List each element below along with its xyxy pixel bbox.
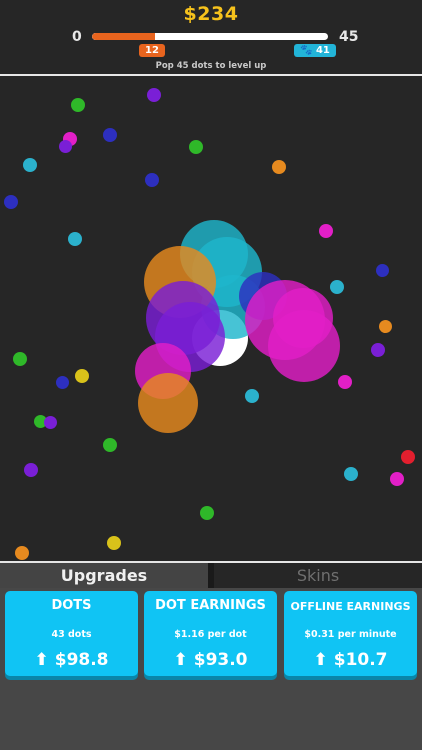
level-end: 45 [339,29,359,45]
money-balance: $234 [183,3,239,25]
tab-bar: Upgrades Skins [0,563,422,588]
dot[interactable] [75,369,89,383]
dot[interactable] [15,546,29,560]
tab-skins[interactable]: Skins [214,563,422,588]
dot[interactable] [4,195,18,209]
card-title: DOT EARNINGS [155,598,266,613]
card-title: DOTS [51,598,92,613]
dot[interactable] [103,438,117,452]
up-arrow-icon: ⬆ [34,650,49,670]
pop-count-badge: 🐾 41 [294,44,336,57]
dot[interactable] [55,375,69,389]
dot[interactable] [375,263,389,277]
level-progress-fill [92,33,155,40]
up-arrow-icon: ⬆ [173,650,188,670]
dot[interactable] [330,280,344,294]
dot[interactable] [24,463,38,477]
level-progress-bar [92,33,328,40]
card-subtitle: $1.16 per dot [174,629,247,640]
card-subtitle: $0.31 per minute [304,629,397,640]
dot[interactable] [68,232,82,246]
level-start: 0 [72,29,82,45]
dot-field[interactable] [0,76,422,561]
dot[interactable] [23,158,37,172]
card-title: OFFLINE EARNINGS [290,600,411,613]
paw-icon: 🐾 [300,45,313,56]
dot[interactable] [268,310,340,382]
dot[interactable] [71,98,85,112]
dot[interactable] [43,415,57,429]
dot[interactable] [13,352,27,366]
dot[interactable] [200,506,214,520]
card-price: ⬆ $10.7 [313,650,388,670]
dot[interactable] [107,536,121,550]
dot[interactable] [344,467,358,481]
current-count-badge: 12 [139,44,165,57]
upgrade-card-offline-earnings[interactable]: OFFLINE EARNINGS $0.31 per minute ⬆ $10.7 [284,591,417,676]
dot[interactable] [245,389,259,403]
level-hint: Pop 45 dots to level up [155,61,267,71]
card-price: ⬆ $93.0 [173,650,248,670]
card-subtitle: 43 dots [51,629,92,640]
up-arrow-icon: ⬆ [313,650,328,670]
dot[interactable] [147,88,161,102]
upgrade-card-dot-earnings[interactable]: DOT EARNINGS $1.16 per dot ⬆ $93.0 [144,591,277,676]
tab-upgrades[interactable]: Upgrades [0,563,208,588]
dot[interactable] [401,450,415,464]
dot[interactable] [338,375,352,389]
card-price: ⬆ $98.8 [34,650,109,670]
dot[interactable] [272,160,286,174]
dot[interactable] [138,373,198,433]
dot[interactable] [145,173,159,187]
dot[interactable] [319,224,333,238]
dot[interactable] [378,319,392,333]
upgrade-card-dots[interactable]: DOTS 43 dots ⬆ $98.8 [5,591,138,676]
dot[interactable] [103,128,117,142]
dot[interactable] [58,139,72,153]
upgrades-panel: DOTS 43 dots ⬆ $98.8 DOT EARNINGS $1.16 p… [0,588,422,750]
header: $234 0 45 12 🐾 41 Pop 45 dots to level u… [0,0,422,76]
dot[interactable] [189,140,203,154]
dot[interactable] [390,472,404,486]
dot[interactable] [371,343,385,357]
